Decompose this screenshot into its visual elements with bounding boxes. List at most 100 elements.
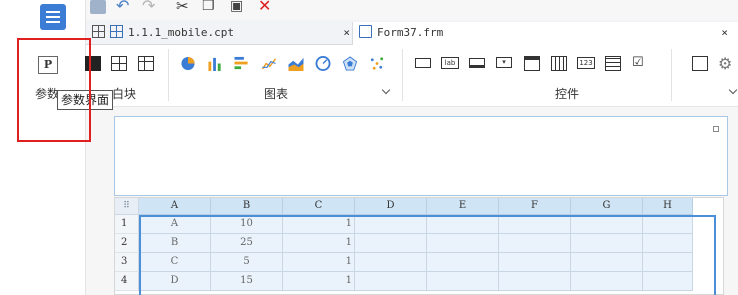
list-widget-icon[interactable] xyxy=(605,56,621,71)
table-cell[interactable] xyxy=(571,234,643,253)
ribbon: 白块 图表 lab ▾ 123 ☑ ⚙ 控件 xyxy=(85,45,738,107)
table-cell[interactable] xyxy=(643,253,693,272)
column-header[interactable]: D xyxy=(355,198,427,215)
tab-layout-icon[interactable] xyxy=(138,56,154,71)
chevron-down-icon[interactable] xyxy=(381,85,391,95)
table-cell[interactable]: 1 xyxy=(283,215,355,234)
table-cell[interactable] xyxy=(571,253,643,272)
table-cell[interactable]: C xyxy=(139,253,211,272)
select-all-corner[interactable]: ⠿ xyxy=(115,198,139,215)
textbox-widget-icon[interactable] xyxy=(469,58,485,68)
cut-icon[interactable]: ✂ xyxy=(176,0,192,14)
column-header[interactable]: G xyxy=(571,198,643,215)
table-cell[interactable] xyxy=(499,215,571,234)
tab-label: 1.1.1_mobile.cpt xyxy=(128,26,234,39)
parameter-pane-button[interactable]: P xyxy=(38,56,58,74)
line-chart-icon[interactable] xyxy=(261,56,277,71)
table-cell[interactable]: 1 xyxy=(283,253,355,272)
column-header[interactable]: E xyxy=(427,198,499,215)
gauge-chart-icon[interactable] xyxy=(315,56,331,71)
tab-mobile-cpt[interactable]: 1.1.1_mobile.cpt × xyxy=(92,22,352,45)
table-cell[interactable] xyxy=(427,253,499,272)
parameter-pane[interactable] xyxy=(114,116,728,196)
redo-icon[interactable]: ↷ xyxy=(142,0,158,14)
table-cell[interactable]: B xyxy=(139,234,211,253)
table-cell[interactable]: 5 xyxy=(211,253,283,272)
table-cell[interactable]: 15 xyxy=(211,272,283,291)
table-cell[interactable]: 10 xyxy=(211,215,283,234)
top-toolbar: ↶ ↷ ✂ ❐ ▣ ✕ xyxy=(86,0,738,20)
scatter-chart-icon[interactable] xyxy=(369,56,385,71)
pie-chart-icon[interactable] xyxy=(180,56,196,71)
form-file-icon xyxy=(359,25,372,38)
table-cell[interactable]: 1 xyxy=(283,234,355,253)
table-cell[interactable] xyxy=(571,215,643,234)
gear-icon[interactable]: ⚙ xyxy=(718,56,734,72)
row-header[interactable]: 1 xyxy=(115,215,139,234)
delete-icon[interactable]: ✕ xyxy=(258,0,274,14)
table-cell[interactable]: 25 xyxy=(211,234,283,253)
report-file-icon xyxy=(110,25,123,38)
copy-icon[interactable]: ❐ xyxy=(202,0,218,14)
absolute-layout-icon[interactable] xyxy=(85,56,101,71)
table-cell[interactable]: 1 xyxy=(283,272,355,291)
template-icon[interactable] xyxy=(40,4,66,30)
column-header[interactable]: B xyxy=(211,198,283,215)
combo-widget-icon[interactable]: ▾ xyxy=(496,57,512,68)
row-header[interactable]: 2 xyxy=(115,234,139,253)
table-cell[interactable] xyxy=(499,234,571,253)
tab-form37[interactable]: Form37.frm × xyxy=(352,22,738,46)
tab-bar: 1.1.1_mobile.cpt × Form37.frm × xyxy=(86,20,738,46)
row-header[interactable]: 4 xyxy=(115,272,139,291)
table-cell[interactable] xyxy=(355,272,427,291)
checkbox-widget-icon[interactable]: ☑ xyxy=(632,56,648,71)
search-icon[interactable] xyxy=(692,56,708,71)
close-icon[interactable]: × xyxy=(721,22,728,44)
undo-icon[interactable]: ↶ xyxy=(116,0,132,14)
separator xyxy=(671,49,672,101)
table-cell[interactable] xyxy=(355,215,427,234)
table-cell[interactable] xyxy=(427,215,499,234)
table-cell[interactable] xyxy=(643,234,693,253)
table-cell[interactable] xyxy=(571,272,643,291)
row-header[interactable]: 3 xyxy=(115,253,139,272)
horizontal-bar-icon[interactable] xyxy=(234,56,250,71)
table-cell[interactable] xyxy=(355,234,427,253)
report-block[interactable]: ⠿ ABCDEFGH 1 A 10 1 2 B 25 1 3 C 5 1 4 D 15 1 xyxy=(114,126,724,295)
table-cell[interactable] xyxy=(355,253,427,272)
save-icon[interactable] xyxy=(90,0,106,14)
table-cell[interactable] xyxy=(499,253,571,272)
chart-group-label: 图表 xyxy=(264,87,289,101)
tab-label: Form37.frm xyxy=(377,26,444,39)
table-cell[interactable] xyxy=(499,272,571,291)
left-panel: P 参数 xyxy=(0,0,86,295)
column-header[interactable]: F xyxy=(499,198,571,215)
label-widget-icon[interactable] xyxy=(415,58,431,68)
column-header[interactable]: H xyxy=(643,198,693,215)
area-chart-icon[interactable] xyxy=(288,56,304,71)
radar-chart-icon[interactable] xyxy=(342,56,358,71)
paste-icon[interactable]: ▣ xyxy=(230,0,246,14)
widget-group-label: 控件 xyxy=(555,87,580,101)
lab-widget-icon[interactable]: lab xyxy=(441,57,459,69)
table-cell[interactable] xyxy=(427,272,499,291)
column-header[interactable]: C xyxy=(283,198,355,215)
number-widget-icon[interactable]: 123 xyxy=(577,57,595,69)
layout-group-label: 白块 xyxy=(112,87,137,101)
separator xyxy=(168,49,169,101)
column-header[interactable]: A xyxy=(139,198,211,215)
calendar-widget-icon[interactable] xyxy=(551,56,567,71)
table-cell[interactable] xyxy=(643,215,693,234)
close-icon[interactable]: × xyxy=(343,22,350,44)
table-cell[interactable]: A xyxy=(139,215,211,234)
parameter-label: 参数 xyxy=(35,87,60,101)
split-layout-icon[interactable] xyxy=(111,56,127,71)
separator xyxy=(402,49,403,101)
table-cell[interactable] xyxy=(643,272,693,291)
table-cell[interactable]: D xyxy=(139,272,211,291)
date-widget-icon[interactable] xyxy=(524,56,540,71)
table-cell[interactable] xyxy=(427,234,499,253)
grid-icon xyxy=(92,25,105,38)
bar-chart-icon[interactable] xyxy=(207,56,223,71)
chevron-down-icon[interactable] xyxy=(728,85,738,95)
